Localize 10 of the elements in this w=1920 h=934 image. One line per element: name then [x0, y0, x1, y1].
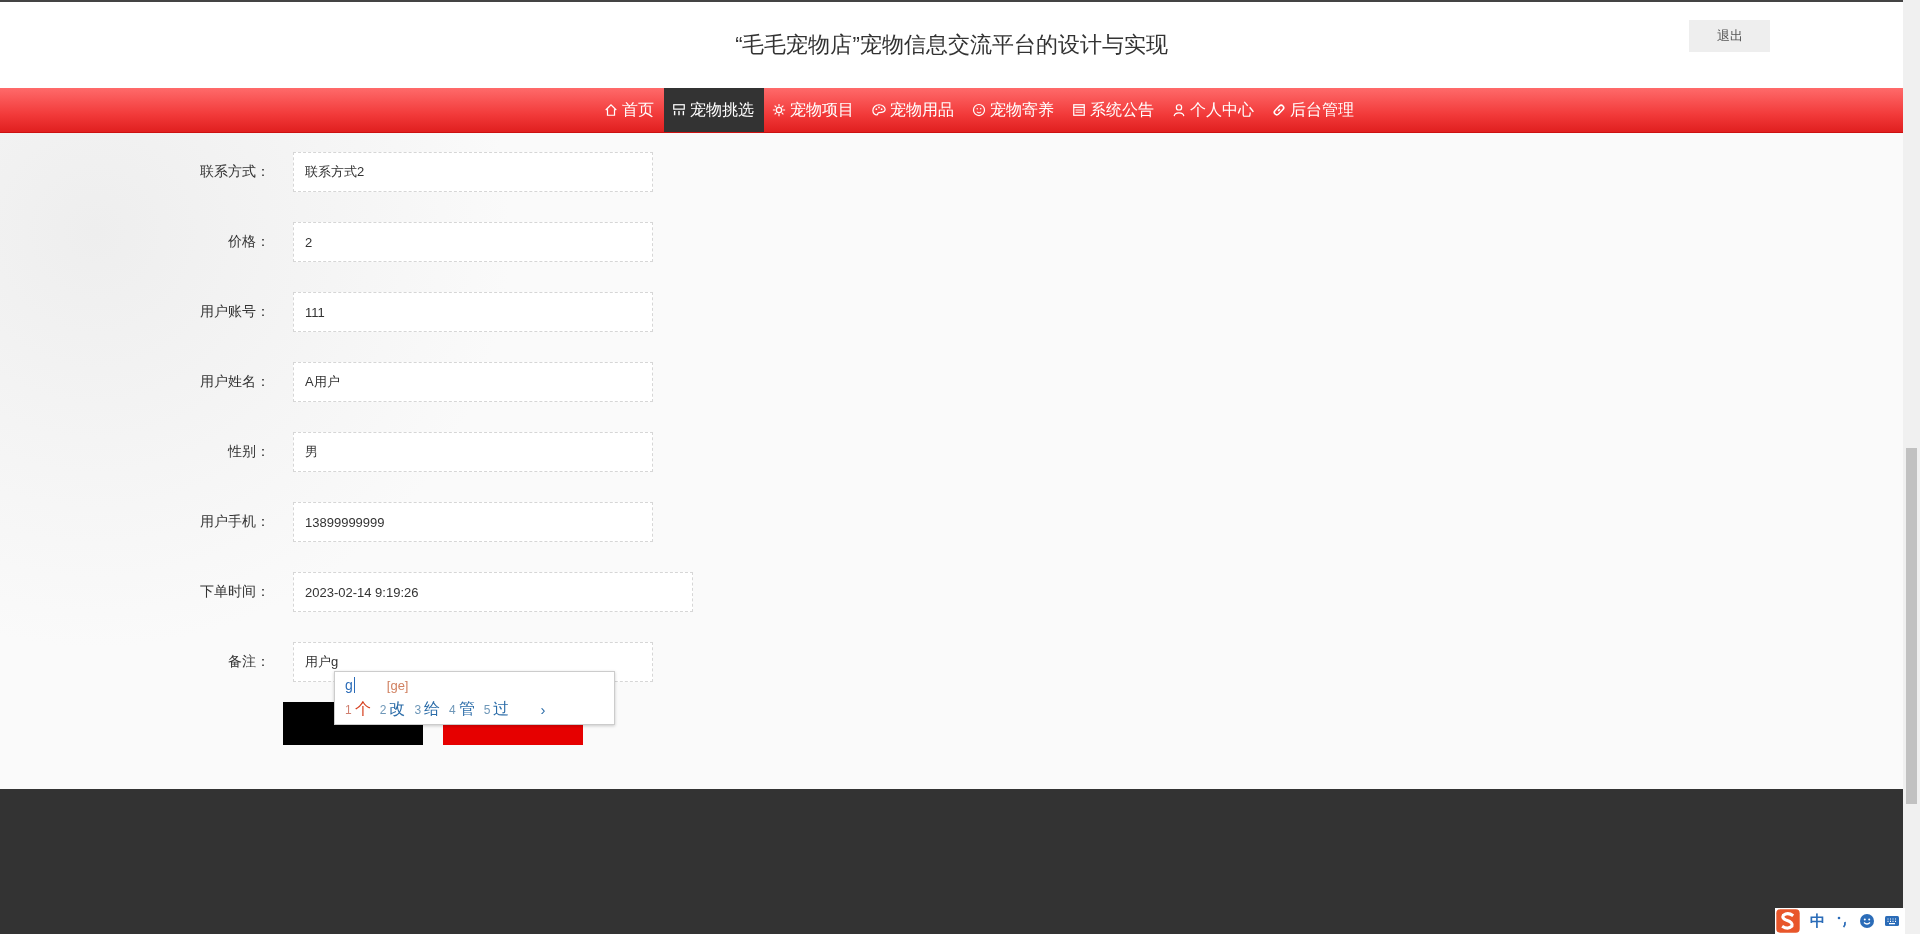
field-label: 用户手机： [199, 513, 270, 531]
field-label: 下单时间： [199, 583, 270, 601]
field-label: 联系方式： [199, 163, 270, 181]
site-title: “毛毛宠物店”宠物信息交流平台的设计与实现 [735, 31, 1168, 59]
field-label: 用户账号： [199, 303, 270, 321]
field-label: 备注： [227, 653, 270, 671]
field-label: 价格： [227, 233, 270, 251]
field-label: 用户姓名： [199, 373, 270, 391]
field-label: 性别： [226, 443, 270, 461]
composition-text: g [345, 677, 355, 693]
